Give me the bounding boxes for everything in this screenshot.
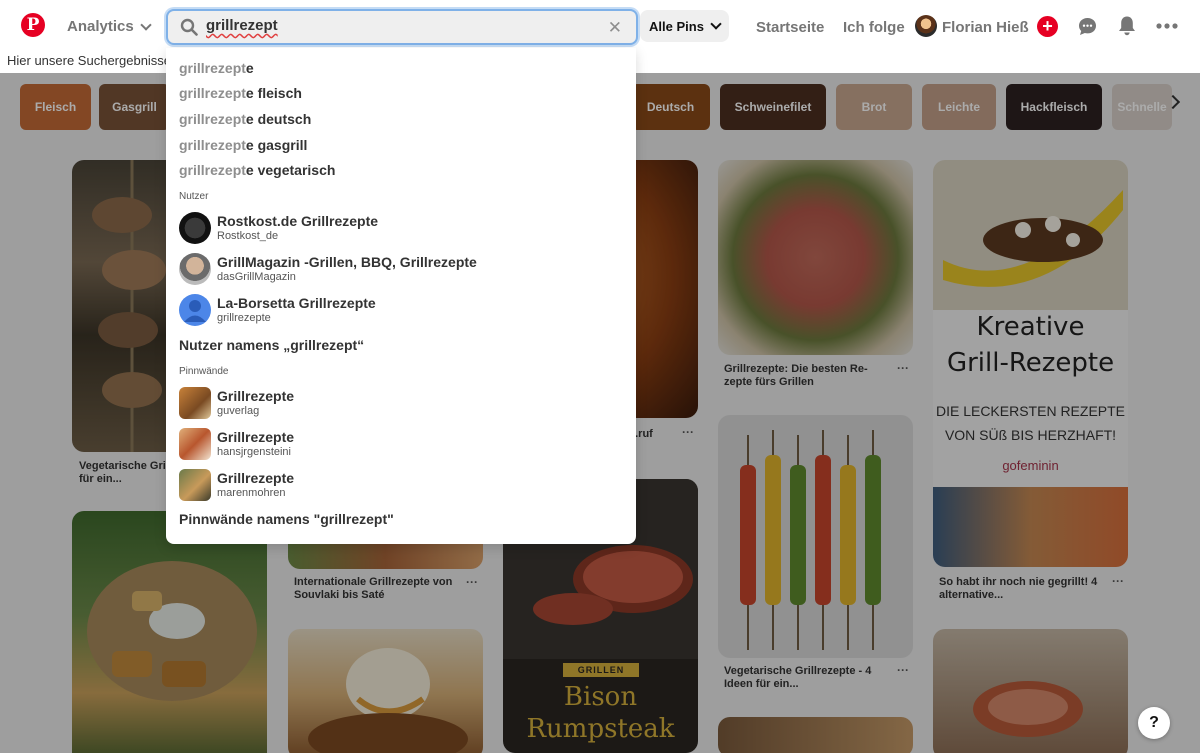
results-subtext: Hier unsere Suchergebnisse xyxy=(7,53,172,68)
more-icon[interactable] xyxy=(1156,23,1178,29)
board-name: Grillrezepte xyxy=(217,429,295,445)
board-thumbnail xyxy=(179,387,211,419)
user-name: La-Borsetta Grillrezepte xyxy=(217,295,376,311)
boards-more-link[interactable]: Pinnwände namens "grillrezept" xyxy=(179,511,394,527)
analytics-label: Analytics xyxy=(67,18,134,35)
board-owner: hansjrgensteini xyxy=(217,446,291,458)
user-handle: Rostkost_de xyxy=(217,230,279,242)
chat-icon[interactable] xyxy=(1077,16,1098,37)
avatar xyxy=(179,212,211,244)
user-icon xyxy=(184,300,206,322)
chevron-down-icon xyxy=(140,18,152,31)
search-suggestions-dropdown: grillrezepte grillrezepte fleisch grillr… xyxy=(166,48,636,544)
top-nav: P Analytics grillrezept ✕ Alle Pins Star… xyxy=(0,0,1200,53)
close-icon[interactable]: ✕ xyxy=(608,18,622,38)
search-icon xyxy=(180,18,198,36)
create-button[interactable]: + xyxy=(1037,16,1058,37)
board-name: Grillrezepte xyxy=(217,388,295,404)
scope-select[interactable]: Alle Pins xyxy=(640,10,729,42)
suggestion-item[interactable]: grillrezepte fleisch xyxy=(179,85,302,101)
avatar[interactable] xyxy=(915,15,937,37)
user-handle: dasGrillMagazin xyxy=(217,271,296,283)
search-box[interactable]: grillrezept ✕ xyxy=(166,9,638,45)
board-owner: marenmohren xyxy=(217,487,286,499)
avatar xyxy=(179,294,211,326)
scope-select-label: Alle Pins xyxy=(649,18,704,34)
chevron-down-icon xyxy=(710,18,722,30)
search-input[interactable]: grillrezept xyxy=(206,17,586,34)
user-result[interactable]: GrillMagazin -Grillen, BBQ, Grillrezepte… xyxy=(179,253,477,285)
board-result[interactable]: Grillrezepte guverlag xyxy=(179,387,294,419)
help-button[interactable]: ? xyxy=(1138,707,1170,739)
suggestion-item[interactable]: grillrezepte gasgrill xyxy=(179,137,307,153)
board-owner: guverlag xyxy=(217,405,260,417)
user-name: Rostkost.de Grillrezepte xyxy=(217,213,379,229)
nav-following-link[interactable]: Ich folge xyxy=(843,19,905,36)
user-handle: grillrezepte xyxy=(217,312,271,324)
section-label-boards: Pinnwände xyxy=(179,366,229,377)
section-label-users: Nutzer xyxy=(179,191,209,202)
analytics-menu[interactable]: Analytics xyxy=(67,18,152,35)
pinterest-logo-icon[interactable]: P xyxy=(21,13,45,37)
user-result[interactable]: Rostkost.de Grillrezepte Rostkost_de xyxy=(179,212,378,244)
board-name: Grillrezepte xyxy=(217,470,295,486)
profile-link[interactable]: Florian Hieß xyxy=(942,19,1029,36)
avatar xyxy=(179,253,211,285)
bell-icon[interactable] xyxy=(1117,15,1137,37)
board-result[interactable]: Grillrezepte marenmohren xyxy=(179,469,294,501)
suggestion-item[interactable]: grillrezepte deutsch xyxy=(179,111,311,127)
user-name: GrillMagazin -Grillen, BBQ, Grillrezepte xyxy=(217,254,477,270)
users-more-link[interactable]: Nutzer namens „grillrezept“ xyxy=(179,337,364,353)
suggestion-item[interactable]: grillrezepte xyxy=(179,60,254,76)
board-thumbnail xyxy=(179,469,211,501)
board-thumbnail xyxy=(179,428,211,460)
board-result[interactable]: Grillrezepte hansjrgensteini xyxy=(179,428,294,460)
user-result[interactable]: La-Borsetta Grillrezepte grillrezepte xyxy=(179,294,376,326)
suggestion-item[interactable]: grillrezepte vegetarisch xyxy=(179,162,335,178)
nav-home-link[interactable]: Startseite xyxy=(756,19,824,36)
search-input-value: grillrezept xyxy=(206,17,278,34)
